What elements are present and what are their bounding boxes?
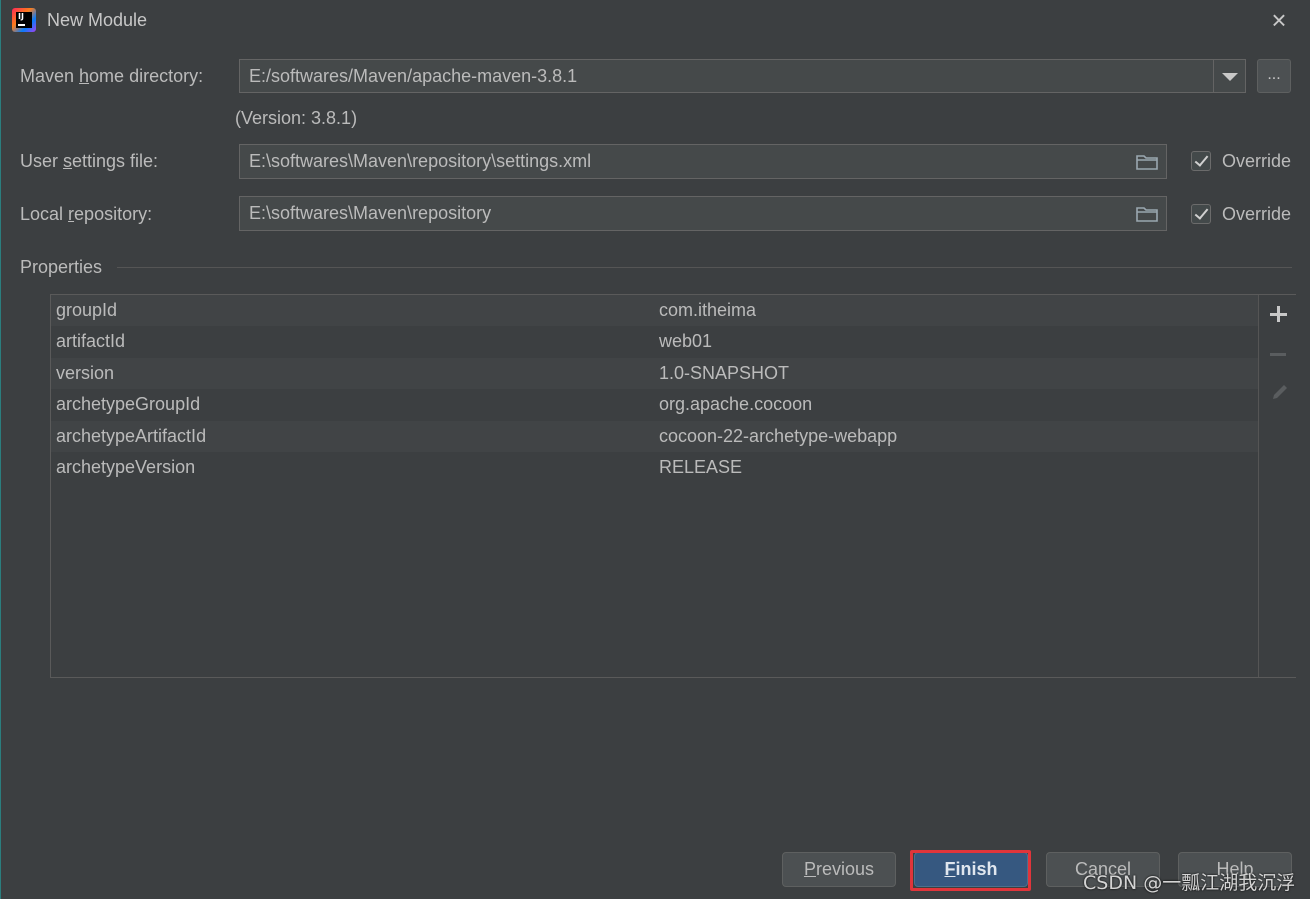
section-divider [117,267,1292,268]
browse-button[interactable]: ... [1257,59,1291,93]
property-value: 1.0-SNAPSHOT [659,363,790,383]
local-repo-override-checkbox[interactable] [1191,204,1211,224]
user-settings-input[interactable]: E:\softwares\Maven\repository\settings.x… [239,144,1167,179]
properties-section-label: Properties [20,257,103,277]
dialog-title: New Module [47,10,148,30]
table-row[interactable]: archetypeVersion RELEASE [51,452,1258,483]
property-key: version [56,363,115,383]
maven-home-label: Maven home directory: [20,66,204,86]
edit-icon[interactable] [1269,381,1291,403]
local-repo-label: Local repository: [20,204,153,224]
table-row[interactable]: groupId com.itheima [51,295,1258,326]
property-value: web01 [659,331,713,351]
maven-version-label: (Version: 3.8.1) [235,108,358,128]
table-row[interactable]: archetypeGroupId org.apache.cocoon [51,389,1258,420]
property-value: RELEASE [659,457,743,477]
finish-highlight-box [910,850,1031,891]
user-settings-override-label: Override [1222,151,1292,171]
new-module-dialog: IJ New Module × Maven home directory: E:… [0,0,1310,899]
property-key: archetypeGroupId [56,394,201,414]
maven-home-input[interactable]: E:/softwares/Maven/apache-maven-3.8.1 [239,59,1214,93]
table-row[interactable]: version 1.0-SNAPSHOT [51,358,1258,389]
property-key: artifactId [56,331,126,351]
title-bar: IJ New Module × [1,0,1310,42]
user-settings-label: User settings file: [20,151,159,171]
property-value: cocoon-22-archetype-webapp [659,426,898,446]
user-settings-override-checkbox[interactable] [1191,151,1211,171]
local-repo-override-label: Override [1222,204,1292,224]
properties-panel: groupId com.itheima artifactId web01 ver… [50,294,1296,678]
folder-icon[interactable] [1136,154,1158,170]
remove-icon[interactable] [1270,353,1286,356]
local-repo-input[interactable]: E:\softwares\Maven\repository [239,196,1167,231]
table-row[interactable]: archetypeArtifactId cocoon-22-archetype-… [51,421,1258,452]
close-icon[interactable]: × [1267,7,1291,33]
table-row[interactable]: artifactId web01 [51,326,1258,357]
intellij-idea-icon: IJ [12,8,36,32]
add-icon[interactable] [1269,305,1287,323]
properties-table[interactable]: groupId com.itheima artifactId web01 ver… [51,295,1258,677]
property-value: com.itheima [659,300,757,320]
property-value: org.apache.cocoon [659,394,813,414]
previous-button[interactable]: Previous [782,852,896,887]
watermark-text: CSDN @一瓢江湖我沉浮 [1083,872,1296,894]
property-key: groupId [56,300,118,320]
property-key: archetypeArtifactId [56,426,207,446]
local-repo-value: E:\softwares\Maven\repository [249,203,492,223]
chevron-down-icon [1222,73,1238,81]
maven-home-dropdown-button[interactable] [1213,59,1246,93]
property-key: archetypeVersion [56,457,196,477]
properties-toolbar [1258,295,1296,677]
folder-icon[interactable] [1136,206,1158,222]
user-settings-value: E:\softwares\Maven\repository\settings.x… [249,151,592,171]
